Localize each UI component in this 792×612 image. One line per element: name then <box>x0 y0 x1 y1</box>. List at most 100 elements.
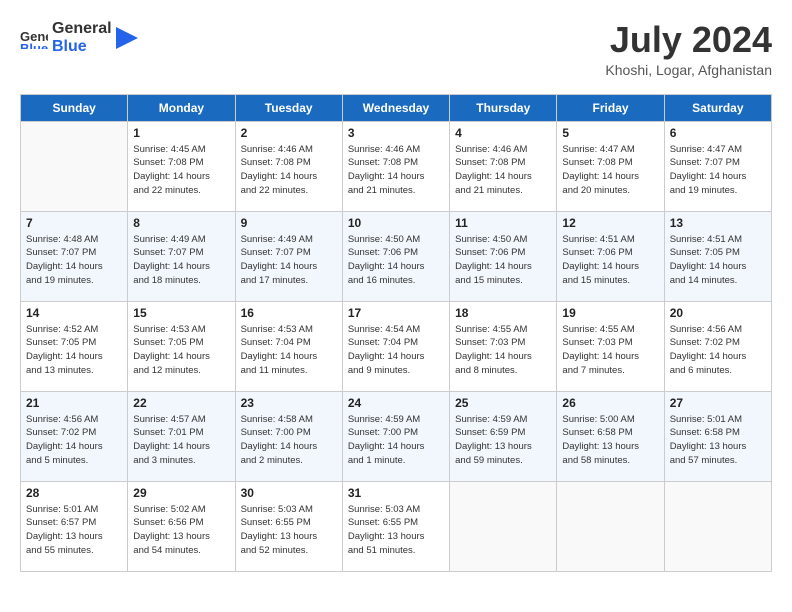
calendar-cell: 8 Sunrise: 4:49 AM Sunset: 7:07 PM Daylig… <box>128 211 235 301</box>
calendar-cell: 16 Sunrise: 4:53 AM Sunset: 7:04 PM Dayli… <box>235 301 342 391</box>
day-number: 25 <box>455 396 551 410</box>
calendar-cell: 26Sunrise: 5:00 AM Sunset: 6:58 PM Dayli… <box>557 391 664 481</box>
day-info: Sunrise: 4:53 AM Sunset: 7:05 PM Dayligh… <box>133 323 229 378</box>
day-number: 31 <box>348 486 444 500</box>
weekday-header-sunday: Sunday <box>21 94 128 121</box>
day-info: Sunrise: 5:03 AM Sunset: 6:55 PM Dayligh… <box>348 503 444 558</box>
day-number: 9 <box>241 216 337 230</box>
calendar-cell: 28Sunrise: 5:01 AM Sunset: 6:57 PM Dayli… <box>21 481 128 571</box>
calendar-cell: 18 Sunrise: 4:55 AM Sunset: 7:03 PM Dayli… <box>450 301 557 391</box>
calendar-cell: 30 Sunrise: 5:03 AM Sunset: 6:55 PM Dayli… <box>235 481 342 571</box>
day-info: Sunrise: 4:59 AM Sunset: 6:59 PM Dayligh… <box>455 413 551 468</box>
calendar-cell: 15 Sunrise: 4:53 AM Sunset: 7:05 PM Dayli… <box>128 301 235 391</box>
week-row-2: 7Sunrise: 4:48 AM Sunset: 7:07 PM Daylig… <box>21 211 772 301</box>
day-number: 30 <box>241 486 337 500</box>
logo-icon: General Blue <box>20 27 48 49</box>
day-number: 23 <box>241 396 337 410</box>
calendar-cell: 25 Sunrise: 4:59 AM Sunset: 6:59 PM Dayli… <box>450 391 557 481</box>
day-number: 5 <box>562 126 658 140</box>
day-info: Sunrise: 4:51 AM Sunset: 7:05 PM Dayligh… <box>670 233 766 288</box>
day-number: 16 <box>241 306 337 320</box>
calendar-cell: 22 Sunrise: 4:57 AM Sunset: 7:01 PM Dayli… <box>128 391 235 481</box>
logo-arrow-icon <box>116 27 138 49</box>
day-info: Sunrise: 4:49 AM Sunset: 7:07 PM Dayligh… <box>133 233 229 288</box>
day-number: 24 <box>348 396 444 410</box>
day-info: Sunrise: 4:50 AM Sunset: 7:06 PM Dayligh… <box>348 233 444 288</box>
svg-text:Blue: Blue <box>20 41 48 49</box>
day-number: 8 <box>133 216 229 230</box>
calendar-cell: 23 Sunrise: 4:58 AM Sunset: 7:00 PM Dayli… <box>235 391 342 481</box>
calendar-cell: 11Sunrise: 4:50 AM Sunset: 7:06 PM Dayli… <box>450 211 557 301</box>
day-number: 13 <box>670 216 766 230</box>
calendar-cell: 14 Sunrise: 4:52 AM Sunset: 7:05 PM Dayli… <box>21 301 128 391</box>
calendar-cell: 21Sunrise: 4:56 AM Sunset: 7:02 PM Dayli… <box>21 391 128 481</box>
day-number: 11 <box>455 216 551 230</box>
day-info: Sunrise: 4:49 AM Sunset: 7:07 PM Dayligh… <box>241 233 337 288</box>
day-info: Sunrise: 4:54 AM Sunset: 7:04 PM Dayligh… <box>348 323 444 378</box>
calendar-cell: 1 Sunrise: 4:45 AM Sunset: 7:08 PM Daylig… <box>128 121 235 211</box>
calendar-cell: 2 Sunrise: 4:46 AM Sunset: 7:08 PM Daylig… <box>235 121 342 211</box>
day-info: Sunrise: 4:46 AM Sunset: 7:08 PM Dayligh… <box>241 143 337 198</box>
logo-blue-text: Blue <box>52 38 112 56</box>
weekday-header-row: SundayMondayTuesdayWednesdayThursdayFrid… <box>21 94 772 121</box>
day-info: Sunrise: 4:59 AM Sunset: 7:00 PM Dayligh… <box>348 413 444 468</box>
logo: General Blue General Blue <box>20 20 138 55</box>
day-number: 2 <box>241 126 337 140</box>
day-info: Sunrise: 5:03 AM Sunset: 6:55 PM Dayligh… <box>241 503 337 558</box>
day-number: 3 <box>348 126 444 140</box>
weekday-header-friday: Friday <box>557 94 664 121</box>
day-info: Sunrise: 4:46 AM Sunset: 7:08 PM Dayligh… <box>455 143 551 198</box>
day-info: Sunrise: 5:00 AM Sunset: 6:58 PM Dayligh… <box>562 413 658 468</box>
day-info: Sunrise: 5:01 AM Sunset: 6:58 PM Dayligh… <box>670 413 766 468</box>
calendar-cell <box>450 481 557 571</box>
day-number: 4 <box>455 126 551 140</box>
calendar-cell <box>557 481 664 571</box>
calendar-cell: 10Sunrise: 4:50 AM Sunset: 7:06 PM Dayli… <box>342 211 449 301</box>
calendar-cell: 20 Sunrise: 4:56 AM Sunset: 7:02 PM Dayli… <box>664 301 771 391</box>
calendar-cell: 13 Sunrise: 4:51 AM Sunset: 7:05 PM Dayli… <box>664 211 771 301</box>
day-info: Sunrise: 4:56 AM Sunset: 7:02 PM Dayligh… <box>670 323 766 378</box>
calendar-cell: 27Sunrise: 5:01 AM Sunset: 6:58 PM Dayli… <box>664 391 771 481</box>
title-block: July 2024 Khoshi, Logar, Afghanistan <box>605 20 772 78</box>
calendar-cell: 6Sunrise: 4:47 AM Sunset: 7:07 PM Daylig… <box>664 121 771 211</box>
week-row-3: 14 Sunrise: 4:52 AM Sunset: 7:05 PM Dayli… <box>21 301 772 391</box>
calendar-cell: 4 Sunrise: 4:46 AM Sunset: 7:08 PM Daylig… <box>450 121 557 211</box>
day-info: Sunrise: 4:45 AM Sunset: 7:08 PM Dayligh… <box>133 143 229 198</box>
day-info: Sunrise: 4:58 AM Sunset: 7:00 PM Dayligh… <box>241 413 337 468</box>
calendar-cell: 3 Sunrise: 4:46 AM Sunset: 7:08 PM Daylig… <box>342 121 449 211</box>
day-number: 14 <box>26 306 122 320</box>
day-info: Sunrise: 4:47 AM Sunset: 7:07 PM Dayligh… <box>670 143 766 198</box>
day-info: Sunrise: 4:55 AM Sunset: 7:03 PM Dayligh… <box>455 323 551 378</box>
day-number: 29 <box>133 486 229 500</box>
month-year-title: July 2024 <box>605 20 772 60</box>
day-info: Sunrise: 4:51 AM Sunset: 7:06 PM Dayligh… <box>562 233 658 288</box>
week-row-5: 28Sunrise: 5:01 AM Sunset: 6:57 PM Dayli… <box>21 481 772 571</box>
week-row-1: 1 Sunrise: 4:45 AM Sunset: 7:08 PM Daylig… <box>21 121 772 211</box>
weekday-header-saturday: Saturday <box>664 94 771 121</box>
day-info: Sunrise: 4:57 AM Sunset: 7:01 PM Dayligh… <box>133 413 229 468</box>
day-info: Sunrise: 4:46 AM Sunset: 7:08 PM Dayligh… <box>348 143 444 198</box>
calendar-cell: 31 Sunrise: 5:03 AM Sunset: 6:55 PM Dayli… <box>342 481 449 571</box>
day-number: 22 <box>133 396 229 410</box>
day-number: 20 <box>670 306 766 320</box>
calendar-cell: 24 Sunrise: 4:59 AM Sunset: 7:00 PM Dayli… <box>342 391 449 481</box>
day-number: 1 <box>133 126 229 140</box>
weekday-header-thursday: Thursday <box>450 94 557 121</box>
day-number: 17 <box>348 306 444 320</box>
calendar-table: SundayMondayTuesdayWednesdayThursdayFrid… <box>20 94 772 572</box>
calendar-cell: 7Sunrise: 4:48 AM Sunset: 7:07 PM Daylig… <box>21 211 128 301</box>
logo-general-text: General <box>52 20 112 38</box>
calendar-cell: 9 Sunrise: 4:49 AM Sunset: 7:07 PM Daylig… <box>235 211 342 301</box>
day-info: Sunrise: 4:53 AM Sunset: 7:04 PM Dayligh… <box>241 323 337 378</box>
calendar-cell: 5 Sunrise: 4:47 AM Sunset: 7:08 PM Daylig… <box>557 121 664 211</box>
day-number: 28 <box>26 486 122 500</box>
page-header: General Blue General Blue July 2024 Khos… <box>20 20 772 78</box>
day-info: Sunrise: 4:52 AM Sunset: 7:05 PM Dayligh… <box>26 323 122 378</box>
day-number: 15 <box>133 306 229 320</box>
weekday-header-tuesday: Tuesday <box>235 94 342 121</box>
day-number: 18 <box>455 306 551 320</box>
day-info: Sunrise: 4:47 AM Sunset: 7:08 PM Dayligh… <box>562 143 658 198</box>
day-info: Sunrise: 4:55 AM Sunset: 7:03 PM Dayligh… <box>562 323 658 378</box>
day-info: Sunrise: 5:02 AM Sunset: 6:56 PM Dayligh… <box>133 503 229 558</box>
day-number: 7 <box>26 216 122 230</box>
